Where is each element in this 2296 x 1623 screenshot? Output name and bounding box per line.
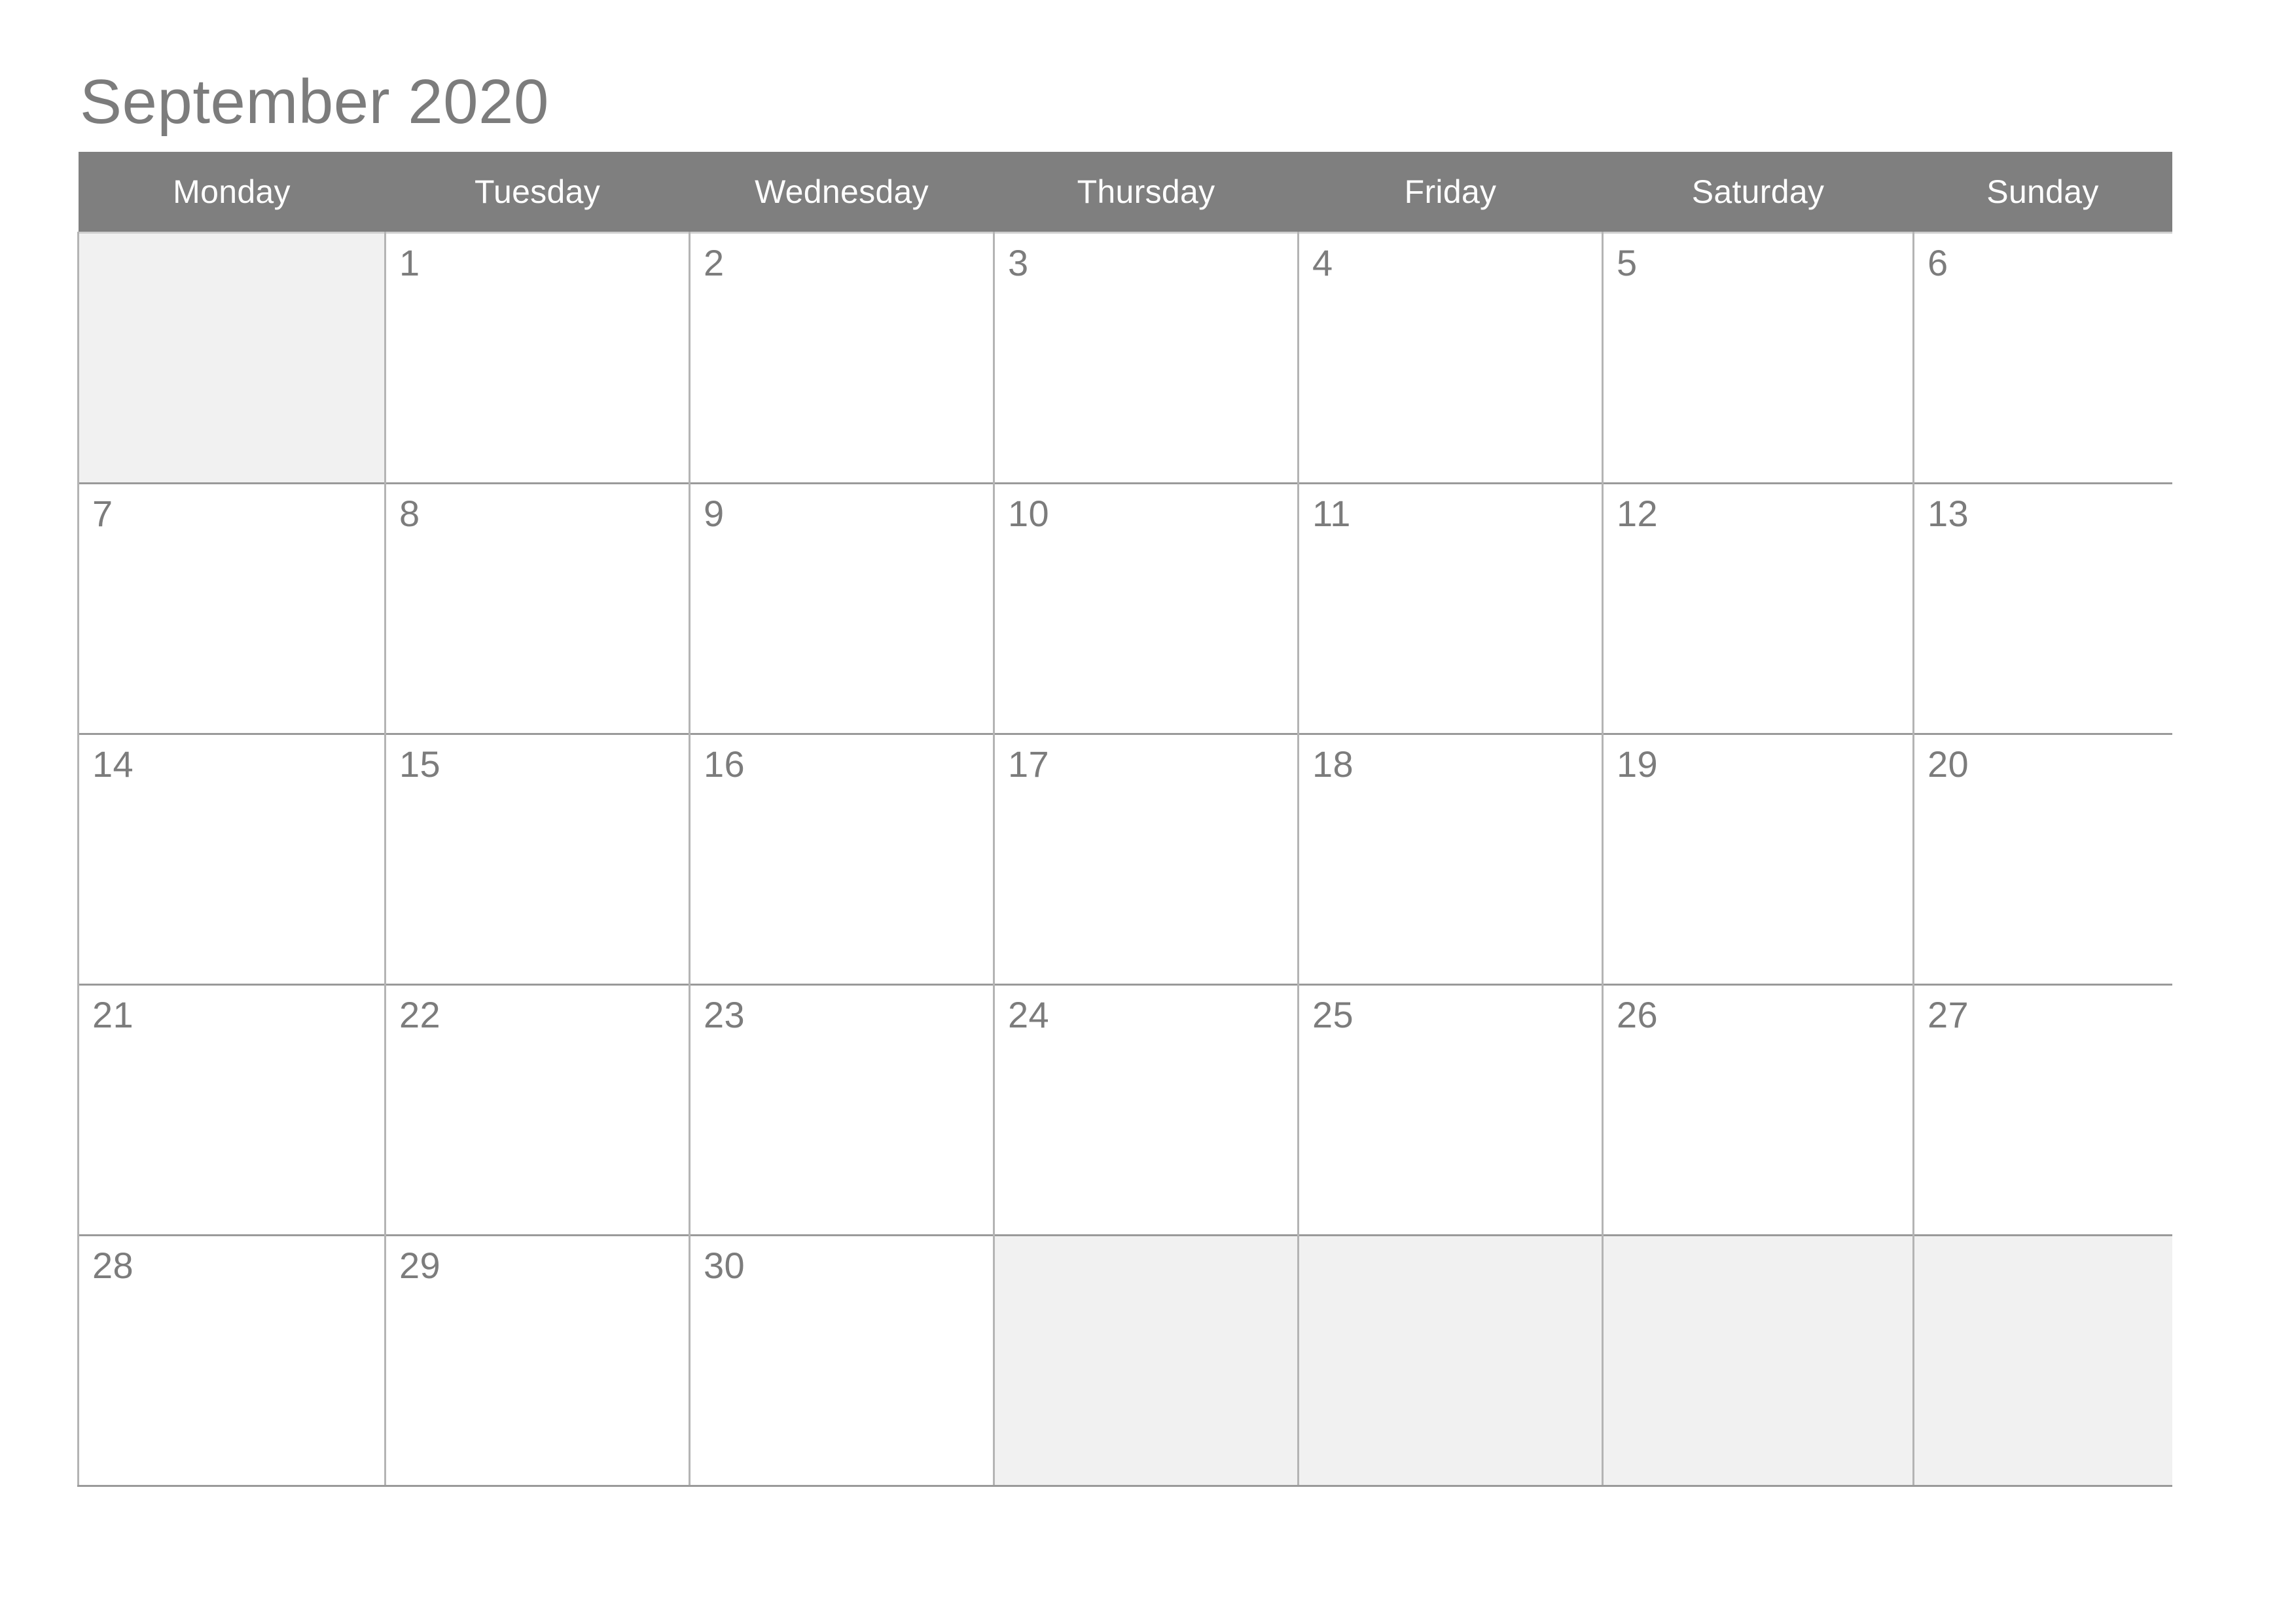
calendar-cell-empty (77, 232, 386, 484)
weekday-header-friday: Friday (1298, 152, 1603, 233)
calendar-page: September 2020 Monday Tuesday Wednesday … (0, 0, 2296, 1623)
day-number: 26 (1617, 994, 1658, 1035)
calendar-day-cell[interactable]: 10 (994, 482, 1299, 734)
calendar-day-cell[interactable]: 29 (385, 1234, 691, 1487)
day-number: 22 (399, 994, 440, 1035)
day-number: 30 (704, 1245, 745, 1286)
weekday-header-thursday: Thursday (994, 152, 1299, 233)
calendar-day-cell[interactable]: 22 (385, 984, 691, 1236)
calendar-day-cell[interactable]: 21 (77, 984, 386, 1236)
day-number: 29 (399, 1245, 440, 1286)
day-number: 18 (1312, 743, 1354, 785)
calendar-body: 1 2 3 4 5 6 7 8 9 10 11 12 13 14 15 16 17 18 19 20 21 22 23 24 2… (77, 232, 2172, 1487)
day-number: 23 (704, 994, 745, 1035)
calendar-cell-empty (1298, 1234, 1604, 1487)
page-title: September 2020 (80, 67, 549, 137)
calendar-day-cell[interactable]: 13 (1913, 482, 2172, 734)
calendar-day-cell[interactable]: 15 (385, 733, 691, 985)
weekday-header-row: Monday Tuesday Wednesday Thursday Friday… (78, 152, 2172, 233)
day-number: 25 (1312, 994, 1354, 1035)
day-number: 7 (92, 493, 113, 534)
day-number: 5 (1617, 242, 1638, 283)
calendar-day-cell[interactable]: 28 (77, 1234, 386, 1487)
calendar-day-cell[interactable]: 16 (689, 733, 995, 985)
day-number: 1 (399, 242, 420, 283)
day-number: 6 (1928, 242, 1948, 283)
calendar-day-cell[interactable]: 25 (1298, 984, 1604, 1236)
day-number: 20 (1928, 743, 1969, 785)
weekday-header-sunday: Sunday (1913, 152, 2172, 233)
calendar-day-cell[interactable]: 8 (385, 482, 691, 734)
weekday-header-monday: Monday (78, 152, 386, 233)
calendar-day-cell[interactable]: 26 (1602, 984, 1914, 1236)
day-number: 28 (92, 1245, 134, 1286)
day-number: 14 (92, 743, 134, 785)
day-number: 16 (704, 743, 745, 785)
calendar-day-cell[interactable]: 30 (689, 1234, 995, 1487)
calendar-week-row: 21 22 23 24 25 26 27 (77, 984, 2172, 1236)
calendar-day-cell[interactable]: 12 (1602, 482, 1914, 734)
day-number: 12 (1617, 493, 1658, 534)
day-number: 3 (1008, 242, 1029, 283)
calendar-day-cell[interactable]: 23 (689, 984, 995, 1236)
day-number: 10 (1008, 493, 1049, 534)
calendar-day-cell[interactable]: 6 (1913, 232, 2172, 484)
day-number: 8 (399, 493, 420, 534)
calendar-week-row: 28 29 30 (77, 1234, 2172, 1487)
calendar-day-cell[interactable]: 24 (994, 984, 1299, 1236)
calendar-day-cell[interactable]: 3 (994, 232, 1299, 484)
weekday-header-wednesday: Wednesday (689, 152, 994, 233)
day-number: 15 (399, 743, 440, 785)
calendar-day-cell[interactable]: 20 (1913, 733, 2172, 985)
day-number: 21 (92, 994, 134, 1035)
calendar-cell-empty (1913, 1234, 2172, 1487)
weekday-header-tuesday: Tuesday (385, 152, 690, 233)
weekday-header-saturday: Saturday (1602, 152, 1914, 233)
day-number: 27 (1928, 994, 1969, 1035)
calendar-week-row: 1 2 3 4 5 6 (77, 232, 2172, 484)
calendar-day-cell[interactable]: 5 (1602, 232, 1914, 484)
calendar-day-cell[interactable]: 1 (385, 232, 691, 484)
calendar-cell-empty (1602, 1234, 1914, 1487)
calendar-day-cell[interactable]: 9 (689, 482, 995, 734)
calendar-day-cell[interactable]: 19 (1602, 733, 1914, 985)
calendar-week-row: 7 8 9 10 11 12 13 (77, 482, 2172, 734)
calendar-day-cell[interactable]: 27 (1913, 984, 2172, 1236)
calendar-day-cell[interactable]: 4 (1298, 232, 1604, 484)
calendar-day-cell[interactable]: 17 (994, 733, 1299, 985)
day-number: 2 (704, 242, 725, 283)
calendar-week-row: 14 15 16 17 18 19 20 (77, 733, 2172, 985)
calendar-grid: Monday Tuesday Wednesday Thursday Friday… (77, 152, 2172, 1487)
day-number: 19 (1617, 743, 1658, 785)
day-number: 24 (1008, 994, 1049, 1035)
calendar-day-cell[interactable]: 2 (689, 232, 995, 484)
calendar-cell-empty (994, 1234, 1299, 1487)
day-number: 13 (1928, 493, 1969, 534)
calendar-day-cell[interactable]: 14 (77, 733, 386, 985)
day-number: 17 (1008, 743, 1049, 785)
calendar-day-cell[interactable]: 11 (1298, 482, 1604, 734)
calendar-day-cell[interactable]: 18 (1298, 733, 1604, 985)
day-number: 4 (1312, 242, 1333, 283)
day-number: 9 (704, 493, 725, 534)
day-number: 11 (1312, 493, 1351, 534)
calendar-day-cell[interactable]: 7 (77, 482, 386, 734)
